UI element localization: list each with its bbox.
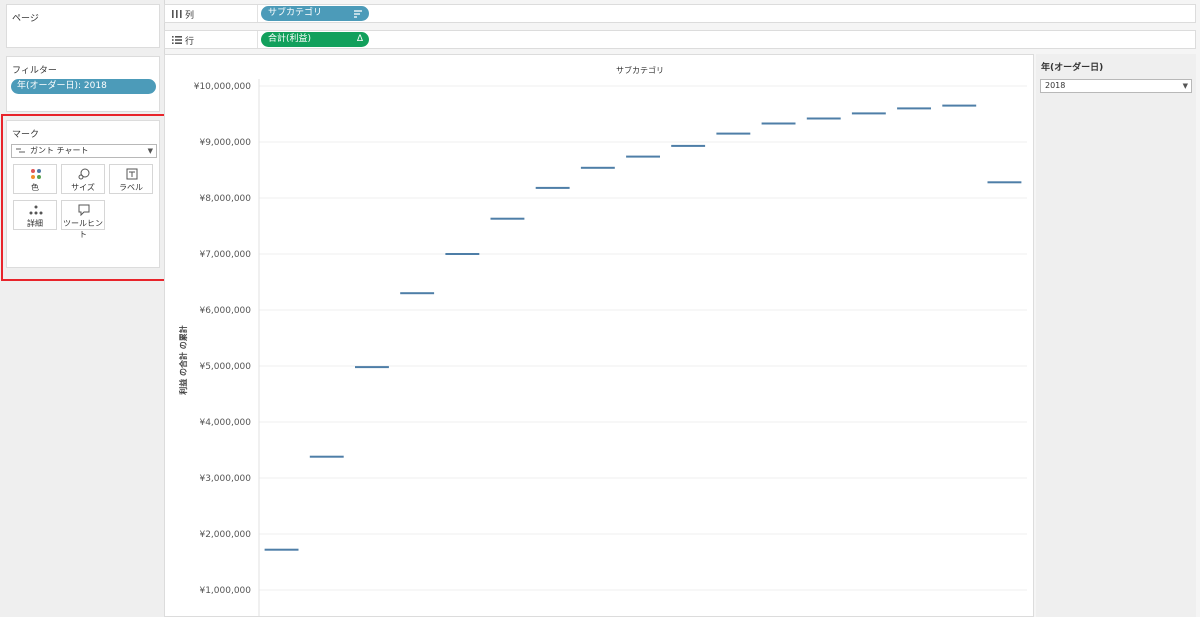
chart-header: サブカテゴリ xyxy=(616,65,664,75)
columns-pill-subcategory[interactable]: サブカテゴリ xyxy=(261,6,369,21)
rows-pill-label: 合計(利益) xyxy=(268,34,312,44)
y-tick-label: ¥3,000,000 xyxy=(199,474,251,484)
filter-pill-year[interactable]: 年(オーダー日): 2018 xyxy=(11,79,156,94)
columns-shelf-label: 列 xyxy=(185,11,195,21)
sort-descending-icon[interactable] xyxy=(353,9,363,19)
shelf-divider xyxy=(257,5,258,22)
tooltip-icon xyxy=(78,204,90,216)
size-button-label: サイズ xyxy=(71,183,95,192)
detail-button[interactable]: 詳細 xyxy=(13,200,57,230)
y-tick-label: ¥9,000,000 xyxy=(199,138,251,148)
gantt-bar[interactable] xyxy=(897,107,931,110)
label-icon xyxy=(126,168,138,180)
gantt-bar[interactable] xyxy=(987,181,1022,184)
detail-icon xyxy=(29,205,43,215)
rows-icon xyxy=(172,36,182,44)
gantt-bar[interactable] xyxy=(490,217,525,220)
y-tick-label: ¥7,000,000 xyxy=(199,250,251,260)
year-filter-dropdown[interactable]: 2018 ▼ xyxy=(1040,79,1192,93)
marks-title: マーク xyxy=(12,130,40,140)
color-dots-icon xyxy=(31,169,41,179)
mark-type-dropdown[interactable]: ガント チャート ▼ xyxy=(11,144,157,158)
gantt-bar[interactable] xyxy=(942,104,977,107)
label-button-label: ラベル xyxy=(119,183,143,192)
gantt-bar[interactable] xyxy=(716,132,751,135)
size-button[interactable]: サイズ xyxy=(61,164,105,194)
gantt-bar[interactable] xyxy=(626,155,660,158)
y-tick-label: ¥4,000,000 xyxy=(199,418,251,428)
filters-card[interactable]: フィルター 年(オーダー日): 2018 xyxy=(6,56,160,112)
filters-title: フィルター xyxy=(12,66,57,76)
chevron-down-icon: ▼ xyxy=(1182,82,1188,90)
gantt-bar[interactable] xyxy=(851,112,886,115)
y-axis-title: 利益 の合計 の累計 xyxy=(178,325,188,396)
y-tick-label: ¥5,000,000 xyxy=(199,362,251,372)
color-button-label: 色 xyxy=(31,183,39,192)
y-tick-label: ¥2,000,000 xyxy=(199,530,251,540)
year-filter-title: 年(オーダー日) xyxy=(1041,63,1104,73)
y-tick-label: ¥8,000,000 xyxy=(199,194,251,204)
tooltip-button[interactable]: ツールヒント xyxy=(61,200,105,239)
gantt-bar[interactable] xyxy=(806,117,841,120)
chart-area: サブカテゴリ ¥1,000,000 ¥2,000,000 ¥3,000,000 ¥4,… xyxy=(164,54,1034,617)
gantt-bar[interactable] xyxy=(264,548,299,551)
columns-pill-label: サブカテゴリ xyxy=(268,8,323,18)
gantt-bar[interactable] xyxy=(355,366,389,369)
gantt-chart: サブカテゴリ ¥1,000,000 ¥2,000,000 ¥3,000,000 ¥4,… xyxy=(178,65,1027,616)
color-button[interactable]: 色 xyxy=(13,164,57,194)
columns-icon xyxy=(172,10,182,18)
gantt-bar[interactable] xyxy=(761,122,796,125)
label-button[interactable]: ラベル xyxy=(109,164,153,194)
y-tick-label: ¥10,000,000 xyxy=(194,82,252,92)
gantt-icon xyxy=(16,148,25,153)
mark-type-label: ガント チャート xyxy=(30,146,89,155)
y-tick-label: ¥6,000,000 xyxy=(199,306,251,316)
gantt-bar[interactable] xyxy=(445,253,480,255)
delta-icon[interactable]: Δ xyxy=(357,32,363,47)
size-icon xyxy=(78,168,90,180)
marks-card: マーク ガント チャート ▼ 色 サイズ ラベル 詳細 ツールヒント xyxy=(6,120,160,268)
gantt-bar[interactable] xyxy=(580,166,615,169)
columns-shelf[interactable]: 列 サブカテゴリ xyxy=(164,4,1196,23)
y-tick-label: ¥1,000,000 xyxy=(199,586,251,596)
pages-card[interactable]: ページ xyxy=(6,4,160,48)
gantt-bar[interactable] xyxy=(535,186,570,189)
gantt-bar[interactable] xyxy=(400,292,435,295)
rows-shelf-label: 行 xyxy=(185,37,195,47)
shelf-divider xyxy=(257,31,258,48)
detail-button-label: 詳細 xyxy=(27,219,43,228)
rows-pill-sum-profit[interactable]: 合計(利益) Δ xyxy=(261,32,369,47)
right-filter-panel: 年(オーダー日) 2018 ▼ xyxy=(1036,54,1196,617)
gantt-bar[interactable] xyxy=(671,144,706,147)
rows-shelf[interactable]: 行 合計(利益) Δ xyxy=(164,30,1196,49)
year-filter-value: 2018 xyxy=(1045,81,1066,90)
tooltip-button-label: ツールヒント xyxy=(63,219,103,239)
pages-title: ページ xyxy=(12,14,39,24)
chevron-down-icon: ▼ xyxy=(147,147,153,155)
gantt-bar[interactable] xyxy=(309,455,344,458)
left-panel: ページ フィルター 年(オーダー日): 2018 マーク ガント チャート ▼ … xyxy=(0,0,165,617)
